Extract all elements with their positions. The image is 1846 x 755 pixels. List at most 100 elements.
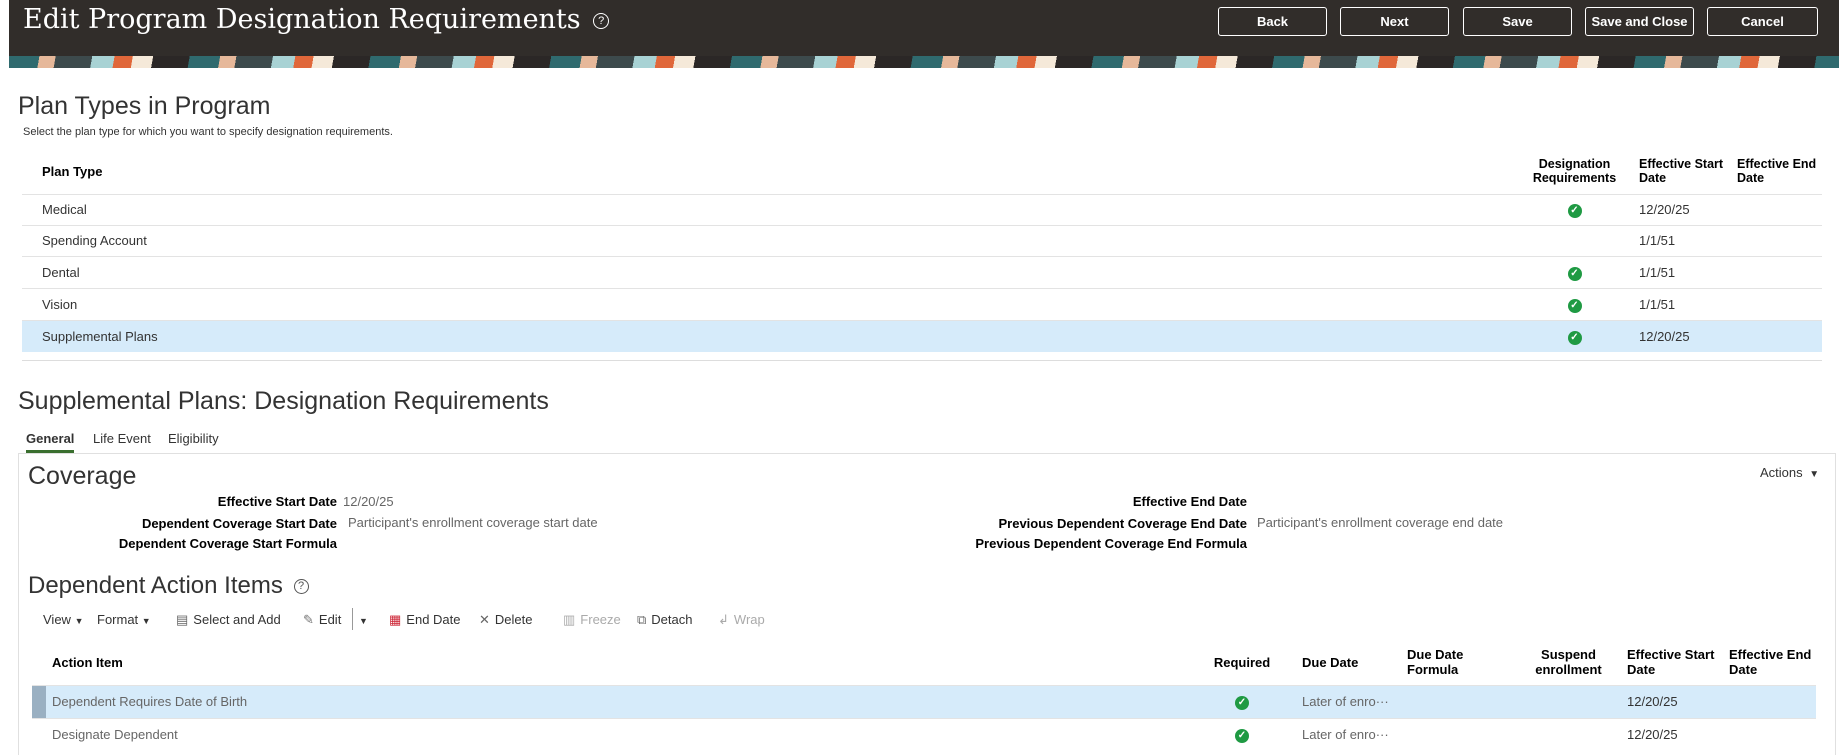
table-row[interactable]: Spending Account 1/1/51 xyxy=(22,224,1822,256)
format-menu[interactable]: Format ▼ xyxy=(97,612,151,627)
delete-button[interactable]: ✕ Delete xyxy=(479,612,532,628)
dependent-action-items-title: Dependent Action Items xyxy=(28,572,283,599)
table-row[interactable]: Medical ✓ 12/20/25 xyxy=(22,193,1822,225)
col-due-date[interactable]: Due Date xyxy=(1294,640,1399,685)
check-icon: ✓ xyxy=(1567,298,1582,313)
effective-end-date-label: Effective End Date xyxy=(1132,494,1247,509)
check-icon: ✓ xyxy=(1235,696,1249,710)
save-and-close-button[interactable]: Save and Close xyxy=(1585,7,1694,36)
page-title-text: Edit Program Designation Requirements xyxy=(23,4,581,35)
dependent-coverage-start-date-label: Dependent Coverage Start Date xyxy=(141,516,337,531)
page-title: Edit Program Designation Requirements ? xyxy=(23,4,610,35)
action-item-cell: Designate Dependent xyxy=(46,717,1190,751)
action-item-cell: Dependent Requires Date of Birth xyxy=(46,684,1190,718)
previous-dependent-coverage-end-formula-label: Previous Dependent Coverage End Formula xyxy=(975,536,1247,551)
table-row[interactable]: Designate Dependent ✓ Later of enro··· 1… xyxy=(32,717,1816,751)
help-icon[interactable]: ? xyxy=(593,12,610,29)
due-date-formula-cell xyxy=(1399,684,1516,718)
due-date-formula-cell xyxy=(1399,717,1516,751)
start-date-cell: 12/20/25 xyxy=(1621,717,1723,751)
check-icon: ✓ xyxy=(1567,330,1582,345)
cancel-button[interactable]: Cancel xyxy=(1707,7,1818,36)
col-required[interactable]: Required xyxy=(1190,640,1294,685)
plan-types-header-row: Plan Type Designation Requirements Effec… xyxy=(22,149,1822,194)
dependent-coverage-start-formula-label: Dependent Coverage Start Formula xyxy=(118,536,337,551)
back-button[interactable]: Back xyxy=(1218,7,1327,36)
row-selection-indicator xyxy=(32,684,46,718)
page-header: Edit Program Designation Requirements ? … xyxy=(9,0,1839,68)
plan-types-table: Plan Type Designation Requirements Effec… xyxy=(22,149,1822,352)
select-and-add-button[interactable]: ▤ Select and Add xyxy=(176,612,281,628)
start-date-cell: 1/1/51 xyxy=(1627,287,1731,320)
due-date-cell: Later of enro··· xyxy=(1294,684,1399,718)
plan-type-cell: Spending Account xyxy=(22,224,1522,256)
previous-dependent-coverage-end-date-label: Previous Dependent Coverage End Date xyxy=(998,516,1247,531)
action-items-table: Action Item Required Due Date Due Date F… xyxy=(32,640,1816,751)
end-date-label: End Date xyxy=(406,612,461,627)
chevron-down-icon: ▼ xyxy=(141,616,151,626)
end-date-button[interactable]: ▦ End Date xyxy=(389,612,461,628)
detach-button[interactable]: ⧉ Detach xyxy=(637,612,693,628)
end-date-cell xyxy=(1731,255,1822,288)
plan-types-heading: Plan Types in Program xyxy=(18,92,271,120)
freeze-button[interactable]: ▥ Freeze xyxy=(563,612,621,628)
start-date-cell: 12/20/25 xyxy=(1627,193,1731,225)
col-due-date-formula[interactable]: Due Date Formula xyxy=(1399,640,1516,685)
divider xyxy=(22,360,1822,361)
delete-label: Delete xyxy=(494,612,533,627)
wrap-icon: ↲ xyxy=(718,612,729,627)
suspend-enrollment-cell xyxy=(1516,684,1621,718)
freeze-icon: ▥ xyxy=(563,612,576,627)
table-row[interactable]: Dental ✓ 1/1/51 xyxy=(22,255,1822,288)
col-suspend-enrollment[interactable]: Suspend enrollment xyxy=(1516,640,1621,685)
plan-type-cell: Supplemental Plans xyxy=(22,319,1522,352)
col-plan-type[interactable]: Plan Type xyxy=(22,149,1522,194)
end-date-cell xyxy=(1731,287,1822,320)
wrap-button[interactable]: ↲ Wrap xyxy=(718,612,765,628)
col-effective-end-date[interactable]: Effective End Date xyxy=(1723,640,1816,685)
previous-dependent-coverage-end-date-value: Participant's enrollment coverage end da… xyxy=(1257,515,1504,530)
view-menu[interactable]: View ▼ xyxy=(43,612,84,627)
dependent-action-items-heading: Dependent Action Items ? xyxy=(28,572,309,600)
table-row[interactable]: Vision ✓ 1/1/51 xyxy=(22,287,1822,320)
table-row-selected[interactable]: Dependent Requires Date of Birth ✓ Later… xyxy=(32,684,1816,718)
col-effective-start-date[interactable]: Effective Start Date xyxy=(1621,640,1723,685)
plan-type-cell: Medical xyxy=(22,193,1522,225)
end-date-cell xyxy=(1731,193,1822,225)
effective-start-date-value: 12/20/25 xyxy=(343,494,394,509)
edit-button[interactable]: ✎ Edit xyxy=(303,612,341,628)
start-date-cell: 12/20/25 xyxy=(1621,684,1723,718)
check-icon: ✓ xyxy=(1567,266,1582,281)
tab-life-event[interactable]: Life Event xyxy=(93,431,151,446)
edit-label: Edit xyxy=(318,612,342,627)
select-and-add-icon: ▤ xyxy=(176,612,189,627)
suspend-enrollment-cell xyxy=(1516,717,1621,751)
designation-requirements-heading: Supplemental Plans: Designation Requirem… xyxy=(18,387,549,415)
table-row-selected[interactable]: Supplemental Plans ✓ 12/20/25 xyxy=(22,319,1822,352)
col-effective-end-date[interactable]: Effective End Date xyxy=(1731,149,1822,194)
col-effective-start-date[interactable]: Effective Start Date xyxy=(1627,149,1731,194)
col-action-item[interactable]: Action Item xyxy=(46,640,1190,685)
end-date-cell xyxy=(1723,684,1816,718)
chevron-down-icon: ▼ xyxy=(74,616,84,626)
select-and-add-label: Select and Add xyxy=(193,612,281,627)
detach-label: Detach xyxy=(651,612,693,627)
check-icon: ✓ xyxy=(1235,729,1249,744)
help-icon[interactable]: ? xyxy=(293,579,309,595)
dependent-coverage-start-date-value: Participant's enrollment coverage start … xyxy=(348,515,598,530)
col-designation-requirements[interactable]: Designation Requirements xyxy=(1522,149,1627,194)
pencil-icon: ✎ xyxy=(303,612,314,627)
actions-menu[interactable]: Actions ▼ xyxy=(1760,465,1819,480)
tab-eligibility[interactable]: Eligibility xyxy=(168,431,219,446)
header-decorative-banner xyxy=(9,56,1839,68)
calendar-icon: ▦ xyxy=(389,612,402,627)
tab-general[interactable]: General xyxy=(26,431,75,453)
next-button[interactable]: Next xyxy=(1340,7,1449,36)
wrap-label: Wrap xyxy=(733,612,765,627)
save-button[interactable]: Save xyxy=(1463,7,1572,36)
view-menu-label: View xyxy=(43,612,71,627)
chevron-down-icon: ▼ xyxy=(1809,469,1820,480)
plan-type-cell: Vision xyxy=(22,287,1522,320)
end-date-cell xyxy=(1731,224,1822,256)
edit-options-chevron-down-icon[interactable]: ▼ xyxy=(359,616,368,626)
